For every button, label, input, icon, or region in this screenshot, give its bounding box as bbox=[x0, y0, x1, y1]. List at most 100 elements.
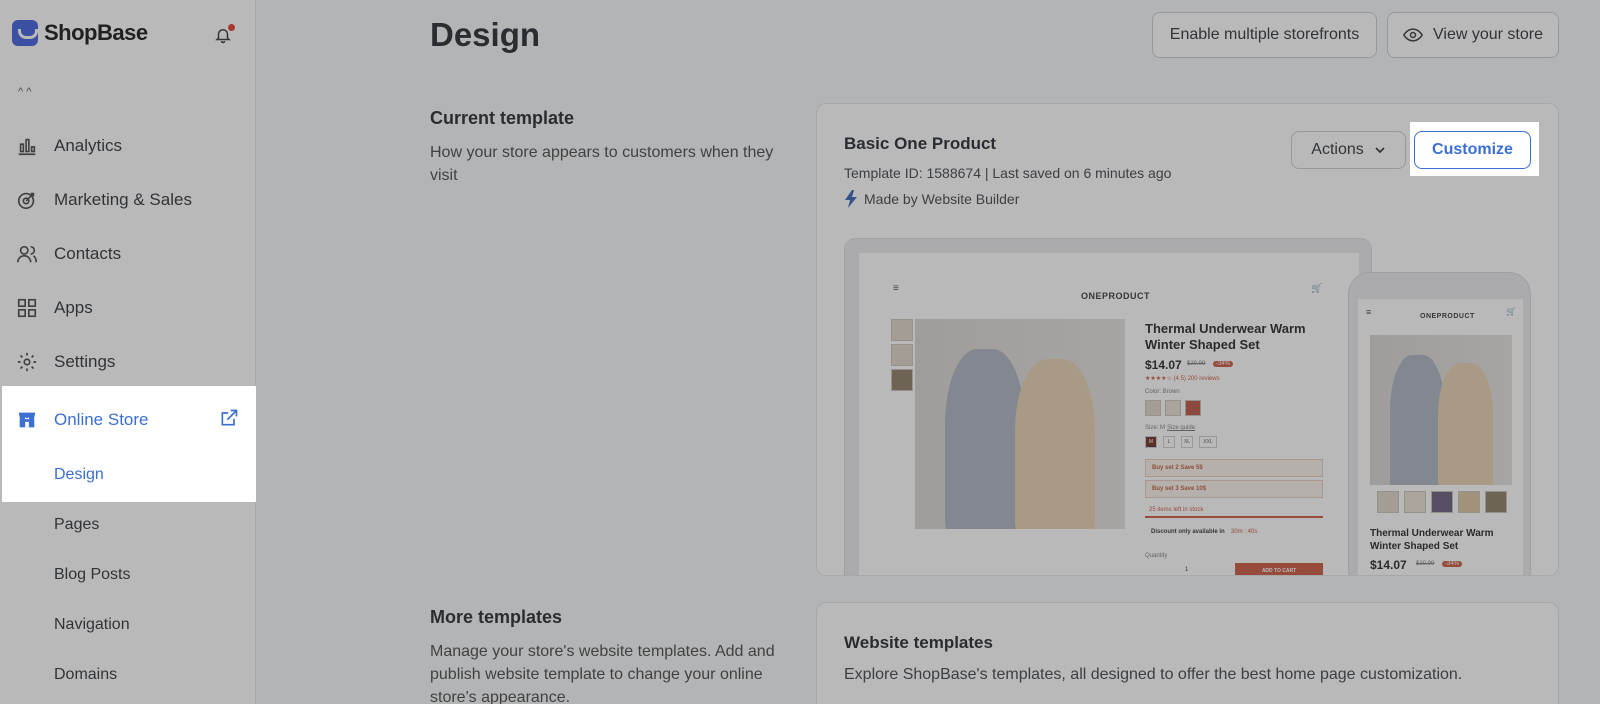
store-icon bbox=[16, 409, 38, 431]
size-option: L bbox=[1163, 436, 1175, 448]
menu-icon: ≡ bbox=[1366, 307, 1372, 317]
mobile-preview-screen: ≡ ONEPRODUCT 🛒 Thermal Underwear Warm Wi… bbox=[1358, 299, 1523, 575]
sidebar-subitem-navigation[interactable]: Navigation bbox=[54, 605, 130, 645]
desktop-preview: ≡ ONEPRODUCT 🛒 Thermal Underwear Warm Wi… bbox=[844, 238, 1372, 575]
sidebar-item-settings[interactable]: Settings bbox=[0, 340, 256, 384]
apps-grid-icon bbox=[16, 297, 38, 319]
mobile-compare-price: $20.99 bbox=[1416, 561, 1435, 567]
preview-color-label: Color: Brown bbox=[1145, 389, 1180, 395]
preview-discount-notice: Discount only available in bbox=[1151, 529, 1225, 535]
sidebar-item-label: Apps bbox=[54, 298, 93, 317]
actions-label: Actions bbox=[1311, 141, 1364, 158]
mobile-thumbnail bbox=[1377, 491, 1399, 513]
size-option: M bbox=[1145, 436, 1157, 448]
preview-thumbnail bbox=[891, 319, 913, 341]
target-icon bbox=[16, 189, 38, 211]
mobile-product-title: Thermal Underwear Warm Winter Shaped Set bbox=[1370, 528, 1494, 552]
product-image bbox=[915, 319, 1125, 529]
actions-dropdown[interactable]: Actions bbox=[1291, 131, 1406, 169]
current-template-description: How your store appears to customers when… bbox=[430, 144, 774, 184]
mobile-preview: ≡ ONEPRODUCT 🛒 Thermal Underwear Warm Wi… bbox=[1348, 272, 1531, 575]
brand-name: ShopBase bbox=[44, 20, 148, 45]
sidebar-item-label: Settings bbox=[54, 352, 116, 371]
preview-stock: 25 items left in stock bbox=[1149, 507, 1204, 513]
template-name: Basic One Product bbox=[844, 134, 997, 153]
sidebar-item-label: Online Store bbox=[54, 410, 149, 429]
sidebar-item-label: Marketing & Sales bbox=[54, 190, 192, 209]
preview-discount-badge: -34% bbox=[1213, 361, 1234, 367]
model-figure bbox=[945, 349, 1025, 529]
cart-icon: 🛒 bbox=[1506, 307, 1516, 316]
brand[interactable]: ShopBase bbox=[12, 20, 148, 46]
scroll-up-indicator: ^ ^ bbox=[18, 86, 32, 98]
preview-bundle-offer: Buy set 2 Save 5$ bbox=[1145, 459, 1323, 477]
sidebar-subitem-blog-posts[interactable]: Blog Posts bbox=[54, 555, 130, 595]
made-by-text: Made by Website Builder bbox=[864, 191, 1020, 207]
preview-thumbnail bbox=[891, 344, 913, 366]
desktop-preview-screen: ≡ ONEPRODUCT 🛒 Thermal Underwear Warm Wi… bbox=[859, 253, 1359, 575]
preview-price: $14.07 bbox=[1145, 358, 1182, 372]
enable-multiple-storefronts-button[interactable]: Enable multiple storefronts bbox=[1152, 12, 1377, 58]
sidebar-item-marketing-sales[interactable]: Marketing & Sales bbox=[0, 178, 256, 222]
shopbase-logo-icon bbox=[12, 20, 38, 46]
template-meta: Template ID: 1588674 | Last saved on 6 m… bbox=[844, 165, 1172, 181]
size-option: XXL bbox=[1199, 436, 1217, 448]
model-figure bbox=[1390, 355, 1445, 485]
preview-brand: ONEPRODUCT bbox=[1081, 291, 1151, 301]
preview-size-label: Size: M bbox=[1145, 425, 1166, 431]
preview-add-to-cart: ADD TO CART bbox=[1235, 563, 1323, 575]
stock-bar bbox=[1145, 516, 1323, 518]
website-templates-title: Website templates bbox=[844, 633, 993, 652]
current-template-heading: Current template bbox=[430, 108, 575, 128]
chevron-down-icon bbox=[1375, 147, 1385, 154]
eye-icon bbox=[1403, 28, 1423, 42]
sidebar-item-analytics[interactable]: Analytics bbox=[0, 124, 256, 168]
mobile-thumbnail bbox=[1431, 491, 1453, 513]
page-title: Design bbox=[430, 16, 541, 53]
menu-icon: ≡ bbox=[893, 283, 899, 294]
preview-quantity-label: Quantity bbox=[1145, 553, 1168, 559]
sidebar-item-apps[interactable]: Apps bbox=[0, 286, 256, 330]
mobile-discount-badge: -34% bbox=[1442, 561, 1463, 567]
made-by-label: Made by Website Builder bbox=[844, 190, 1019, 208]
mobile-price: $14.07 bbox=[1370, 558, 1407, 572]
bar-chart-icon bbox=[16, 135, 38, 157]
color-swatch bbox=[1165, 400, 1181, 416]
notification-dot bbox=[228, 24, 235, 31]
preview-size-guide: Size guide bbox=[1167, 425, 1196, 431]
preview-thumbnail bbox=[891, 369, 913, 391]
sidebar-subitem-pages[interactable]: Pages bbox=[54, 505, 99, 545]
preview-rating: ★★★★☆ (4.5) 200 reviews bbox=[1145, 376, 1220, 382]
sidebar-item-online-store[interactable]: Online Store bbox=[4, 394, 246, 446]
more-templates-description: Manage your store's website templates. A… bbox=[430, 643, 775, 704]
external-link-icon[interactable] bbox=[219, 408, 239, 428]
lightning-icon bbox=[845, 190, 857, 208]
mobile-thumbnail bbox=[1485, 491, 1507, 513]
model-figure bbox=[1015, 359, 1095, 529]
sidebar-item-contacts[interactable]: Contacts bbox=[0, 232, 256, 276]
view-your-store-label: View your store bbox=[1433, 26, 1543, 43]
mobile-thumbnail bbox=[1404, 491, 1426, 513]
mobile-product-image bbox=[1370, 335, 1512, 485]
users-icon bbox=[16, 243, 38, 265]
website-templates-card: Website templates Explore ShopBase's tem… bbox=[816, 602, 1559, 704]
model-figure bbox=[1438, 363, 1493, 485]
view-your-store-button[interactable]: View your store bbox=[1387, 12, 1559, 58]
sidebar-item-label: Analytics bbox=[54, 136, 123, 155]
color-swatch bbox=[1185, 400, 1201, 416]
gear-icon bbox=[16, 351, 38, 373]
mobile-thumbnail bbox=[1458, 491, 1480, 513]
sidebar-subitem-design[interactable]: Design bbox=[40, 452, 246, 498]
customize-button[interactable]: Customize bbox=[1414, 131, 1531, 169]
color-swatch bbox=[1145, 400, 1161, 416]
website-templates-description: Explore ShopBase's templates, all design… bbox=[844, 666, 1463, 683]
size-option: XL bbox=[1181, 436, 1193, 448]
sidebar-subitem-domains[interactable]: Domains bbox=[54, 655, 117, 695]
preview-quantity: 1 bbox=[1185, 567, 1189, 573]
preview-compare-price: $20.99 bbox=[1187, 361, 1206, 367]
mobile-preview-brand: ONEPRODUCT bbox=[1420, 313, 1475, 320]
preview-bundle-offer: Buy set 3 Save 10$ bbox=[1145, 480, 1323, 498]
sidebar-item-label: Contacts bbox=[54, 244, 122, 263]
sidebar: ShopBase ^ ^ Analytics Marketing & Sales… bbox=[0, 0, 256, 704]
cart-icon: 🛒 bbox=[1311, 283, 1323, 293]
